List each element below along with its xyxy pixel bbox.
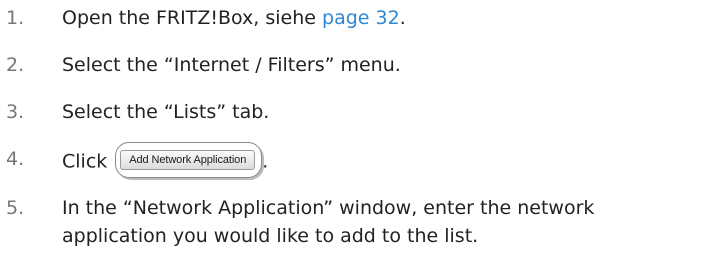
instruction-steps: 1. Open the FRITZ!Box, siehe page 32. 2.… — [0, 0, 714, 257]
add-network-application-button[interactable]: Add Network Application — [120, 150, 256, 170]
step-text: Select the “Internet / Filters” menu. — [62, 54, 401, 76]
step-number: 1. — [6, 7, 25, 29]
step-number: 5. — [6, 197, 25, 219]
page-link[interactable]: page 32 — [322, 7, 400, 29]
step-number: 3. — [6, 101, 25, 123]
step-text: Select the “Lists” tab. — [62, 101, 270, 123]
step-text-after: . — [399, 7, 406, 29]
add-network-application-button-frame: Add Network Application — [115, 142, 263, 178]
step-text-before: Click — [62, 150, 108, 173]
step-text: Click Add Network Application. — [62, 142, 269, 180]
step-text-after: . — [262, 150, 269, 173]
step-number: 4. — [6, 148, 25, 170]
step-number: 2. — [6, 54, 25, 76]
step-text: Open the FRITZ!Box, siehe page 32. — [62, 3, 406, 33]
step-text-before: Open the FRITZ!Box, siehe — [62, 7, 323, 29]
step-text-line-2: application you would like to add to the… — [62, 225, 479, 247]
step-text-line-1: In the “Network Application” window, ent… — [62, 197, 595, 219]
